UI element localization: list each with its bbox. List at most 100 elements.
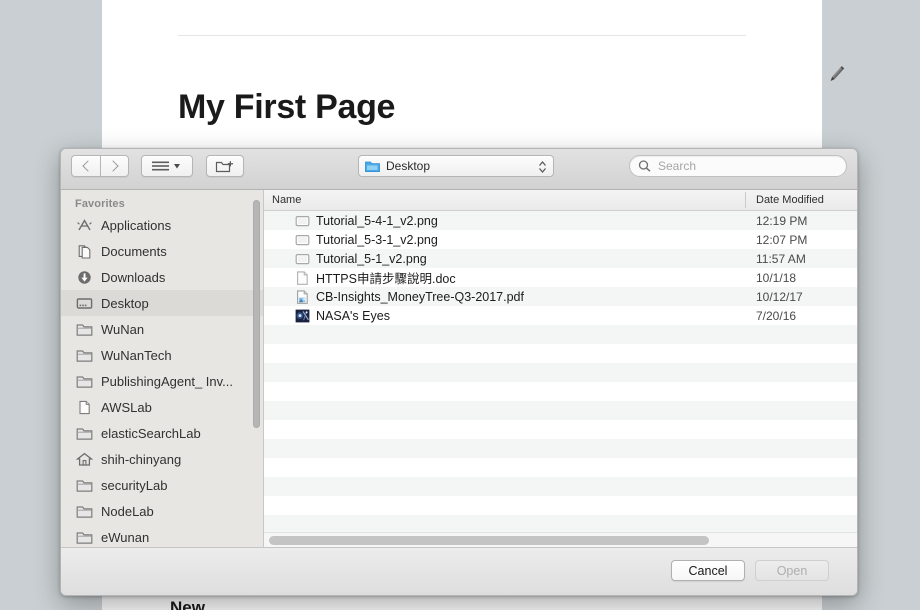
folder-icon <box>76 349 92 362</box>
file-date-modified: 7/20/16 <box>756 308 797 323</box>
dialog-body: Favorites Applications Documents Downloads… <box>61 190 857 548</box>
file-name: Tutorial_5-1_v2.png <box>316 251 427 266</box>
folder-icon <box>76 323 92 336</box>
sidebar-item-downloads[interactable]: Downloads <box>61 264 263 290</box>
view-mode-button[interactable] <box>141 155 193 177</box>
sidebar-item-publishingagent-inv[interactable]: PublishingAgent_ Inv... <box>61 368 263 394</box>
sidebar-item-label: Desktop <box>101 295 149 311</box>
downloads-icon <box>77 270 91 284</box>
chevron-left-icon <box>81 160 94 172</box>
folder-icon <box>75 503 93 519</box>
sidebar-item-label: Applications <box>101 217 172 233</box>
table-row[interactable]: HTTPS申請步驟說明.doc 10/1/18 <box>264 268 857 287</box>
path-label: Desktop <box>386 159 431 173</box>
pdf-file-icon <box>296 289 308 304</box>
table-row[interactable]: Tutorial_5-4-1_v2.png 12:19 PM <box>264 211 857 230</box>
dialog-footer: Cancel Open <box>61 547 857 595</box>
up-down-chevron-icon <box>538 159 547 175</box>
sidebar-item-wunan[interactable]: WuNan <box>61 316 263 342</box>
folder-icon <box>75 425 93 441</box>
sidebar: Favorites Applications Documents Downloads… <box>61 190 264 548</box>
sidebar-item-documents[interactable]: Documents <box>61 238 263 264</box>
pencil-icon[interactable] <box>824 62 848 88</box>
document-file-icon <box>294 270 310 285</box>
folder-icon <box>75 347 93 363</box>
document-file-icon <box>296 270 308 285</box>
folder-icon <box>76 531 92 544</box>
sidebar-item-applications[interactable]: Applications <box>61 212 263 238</box>
column-header-date-modified[interactable]: Date Modified <box>756 194 824 206</box>
search-placeholder: Search <box>658 159 697 173</box>
sidebar-item-desktop[interactable]: Desktop <box>61 290 263 316</box>
file-date-modified: 11:57 AM <box>756 251 806 266</box>
desktop-icon <box>75 295 93 311</box>
file-name: CB-Insights_MoneyTree-Q3-2017.pdf <box>316 289 524 304</box>
image-file-icon <box>295 234 309 245</box>
desktop-icon <box>76 297 92 309</box>
image-file-icon <box>294 214 310 228</box>
background-footer-text: New <box>170 598 205 610</box>
horizontal-scrollbar-track[interactable] <box>264 532 857 548</box>
applications-icon <box>75 217 93 233</box>
column-header-row: Name Date Modified <box>264 190 857 211</box>
empty-row <box>264 458 857 477</box>
folder-icon <box>75 477 93 493</box>
empty-row <box>264 344 857 363</box>
open-button[interactable]: Open <box>755 560 829 581</box>
sidebar-item-elasticsearchlab[interactable]: elasticSearchLab <box>61 420 263 446</box>
back-button[interactable] <box>71 155 100 177</box>
table-row[interactable]: Tutorial_5-3-1_v2.png 12:07 PM <box>264 230 857 249</box>
table-row[interactable]: Tutorial_5-1_v2.png 11:57 AM <box>264 249 857 268</box>
sidebar-item-awslab[interactable]: AWSLab <box>61 394 263 420</box>
path-popup-button[interactable]: Desktop <box>358 155 554 177</box>
folder-icon <box>75 373 93 389</box>
file-date-modified: 12:07 PM <box>756 232 808 247</box>
sidebar-item-shih-chinyang[interactable]: shih-chinyang <box>61 446 263 472</box>
table-row[interactable]: CB-Insights_MoneyTree-Q3-2017.pdf 10/12/1… <box>264 287 857 306</box>
forward-button[interactable] <box>100 155 129 177</box>
document-icon <box>75 399 93 415</box>
empty-row <box>264 325 857 344</box>
horizontal-scrollbar-thumb[interactable] <box>269 536 709 545</box>
documents-icon <box>78 244 90 259</box>
search-input[interactable]: Search <box>629 155 847 177</box>
column-header-name[interactable]: Name <box>272 194 301 206</box>
sidebar-item-ewunan[interactable]: eWunan <box>61 524 263 548</box>
file-name: Tutorial_5-4-1_v2.png <box>316 213 438 228</box>
home-icon <box>75 452 93 466</box>
empty-row <box>264 382 857 401</box>
sidebar-scrollbar[interactable] <box>253 200 260 428</box>
column-divider[interactable] <box>745 192 746 208</box>
empty-row <box>264 363 857 382</box>
file-date-modified: 10/1/18 <box>756 270 797 285</box>
documents-icon <box>75 243 93 259</box>
new-folder-button[interactable] <box>206 155 244 177</box>
empty-row <box>264 439 857 458</box>
table-row[interactable]: NASA's Eyes 7/20/16 <box>264 306 857 325</box>
file-name: Tutorial_5-3-1_v2.png <box>316 232 438 247</box>
list-view-icon <box>152 161 180 171</box>
sidebar-item-label: Downloads <box>101 269 166 285</box>
sidebar-item-wunantech[interactable]: WuNanTech <box>61 342 263 368</box>
chevron-right-icon <box>107 160 119 172</box>
horizontal-rule <box>178 35 746 36</box>
file-date-modified: 10/12/17 <box>756 289 803 304</box>
document-icon <box>78 400 90 414</box>
sidebar-item-label: NodeLab <box>101 503 154 519</box>
search-icon <box>638 160 651 172</box>
empty-row <box>264 401 857 420</box>
sidebar-item-label: PublishingAgent_ Inv... <box>101 373 234 389</box>
page-title: My First Page <box>178 88 396 126</box>
sidebar-item-label: WuNan <box>101 321 145 337</box>
image-file-icon <box>294 233 310 247</box>
sidebar-item-label: shih-chinyang <box>101 451 182 467</box>
folder-icon <box>76 427 92 440</box>
sidebar-item-nodelab[interactable]: NodeLab <box>61 498 263 524</box>
sidebar-item-securitylab[interactable]: securityLab <box>61 472 263 498</box>
applications-icon <box>76 218 92 230</box>
file-name: NASA's Eyes <box>316 308 390 323</box>
folder-icon <box>75 321 93 337</box>
image-file-icon <box>294 252 310 266</box>
folder-icon <box>76 505 92 518</box>
cancel-button[interactable]: Cancel <box>671 560 745 581</box>
